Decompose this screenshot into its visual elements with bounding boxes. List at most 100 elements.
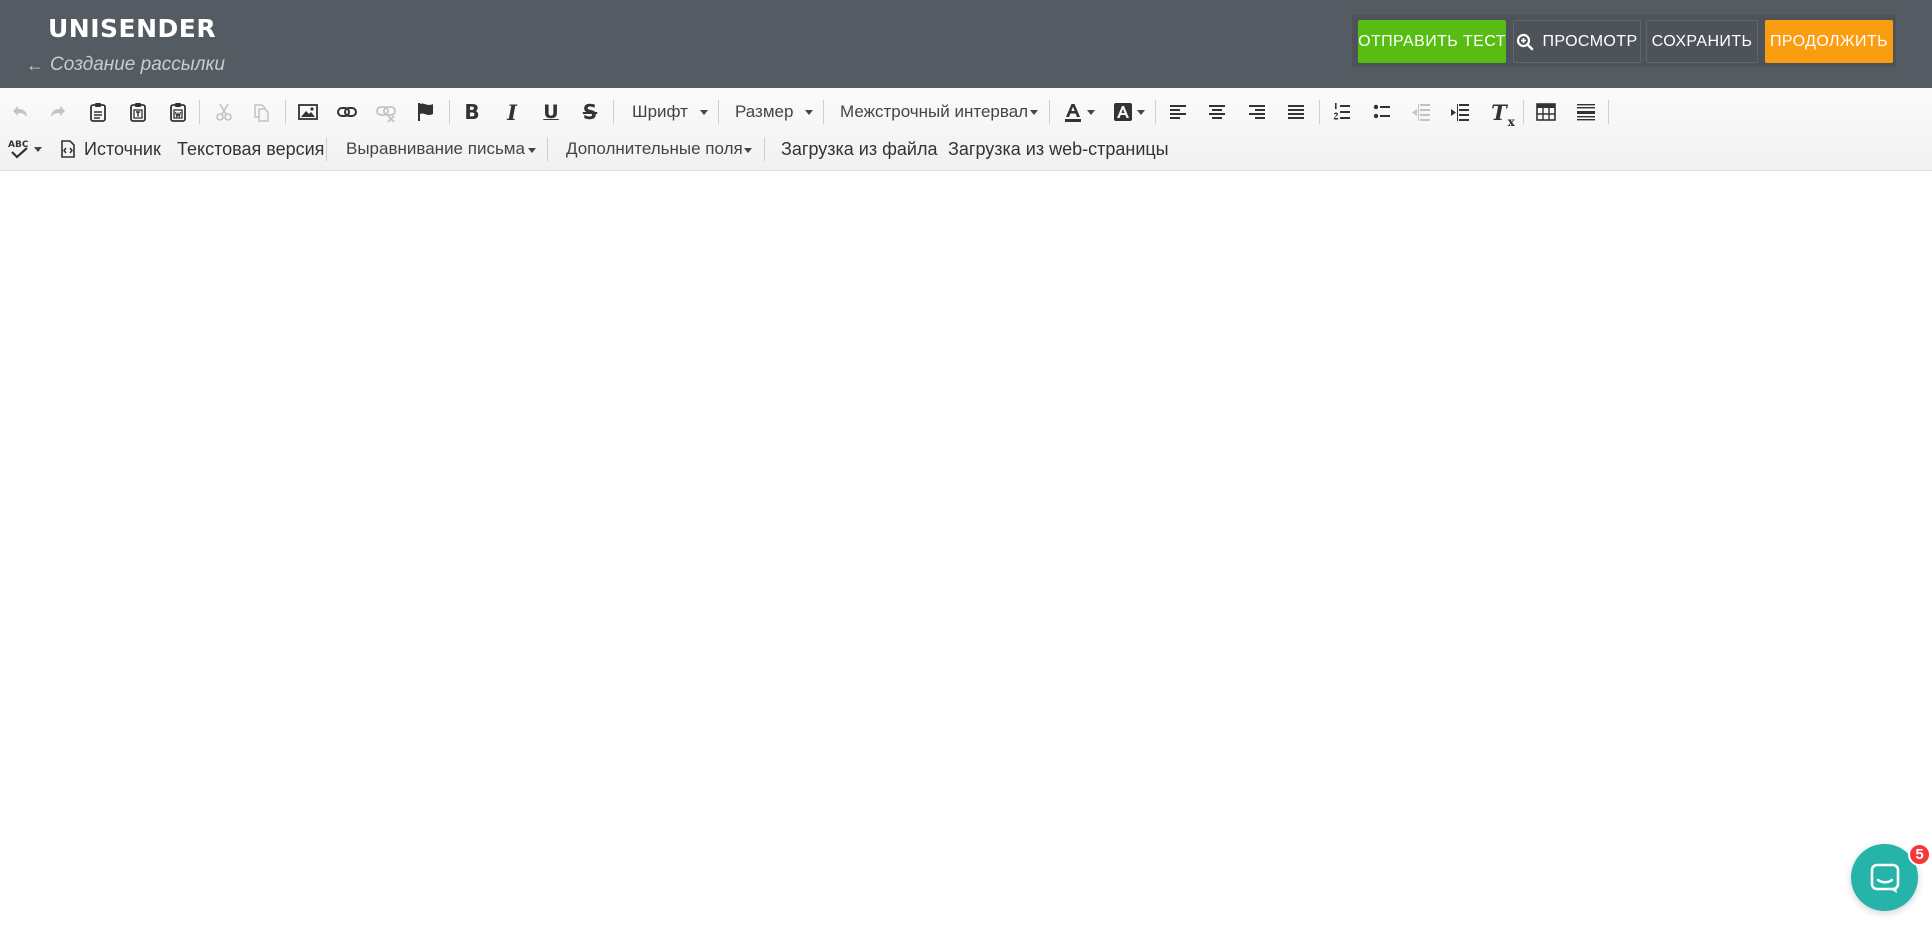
align-justify-button[interactable] <box>1280 96 1312 128</box>
toolbar-separator <box>1155 100 1156 124</box>
underline-button[interactable]: U <box>535 96 567 128</box>
italic-button[interactable]: I <box>496 96 528 128</box>
underline-label: U <box>543 101 559 123</box>
toolbar-separator <box>613 100 614 124</box>
toolbar-separator <box>1523 100 1524 124</box>
size-combo[interactable]: Размер <box>735 96 813 128</box>
font-combo-label: Шрифт <box>632 102 688 121</box>
chat-icon <box>1870 863 1899 893</box>
image-icon <box>298 104 318 120</box>
editor-content-area[interactable] <box>0 171 1932 950</box>
line-spacing-combo[interactable]: Межстрочный интервал <box>840 96 1038 128</box>
toolbar-row-2: ABC Источник Текстовая версия Выравниван… <box>0 135 1932 163</box>
font-combo[interactable]: Шрифт <box>632 96 708 128</box>
load-from-file-label: Загрузка из файла <box>781 138 938 159</box>
align-left-icon <box>1170 105 1186 119</box>
remove-format-label: T <box>1491 99 1507 125</box>
insert-table-button[interactable] <box>1530 96 1562 128</box>
numbered-list-button[interactable] <box>1326 96 1358 128</box>
align-right-icon <box>1249 105 1265 119</box>
extra-fields-combo[interactable]: Дополнительные поля <box>566 135 752 163</box>
text-color-icon <box>1064 104 1081 122</box>
extra-fields-combo-label: Дополнительные поля <box>566 139 743 158</box>
toolbar-separator <box>285 100 286 124</box>
load-from-file-button[interactable]: Загрузка из файла <box>781 135 938 163</box>
preview-button[interactable]: ПРОСМОТР <box>1513 20 1641 63</box>
horizontal-rule-button[interactable] <box>1570 96 1602 128</box>
chevron-down-icon <box>1086 109 1095 115</box>
bold-button[interactable]: B <box>456 96 488 128</box>
save-button[interactable]: СОХРАНИТЬ <box>1646 20 1758 63</box>
source-button[interactable]: Источник <box>58 135 161 163</box>
copy-icon <box>254 104 269 122</box>
copy-button[interactable] <box>245 96 277 128</box>
bulleted-list-button[interactable] <box>1366 96 1398 128</box>
paste-text-button[interactable] <box>122 96 154 128</box>
redo-button[interactable] <box>42 96 74 128</box>
remove-format-icon: Tx <box>1491 99 1515 129</box>
brand-logo[interactable]: UNISENDER <box>48 14 216 43</box>
strikethrough-label: S <box>582 100 598 124</box>
paste-word-button[interactable] <box>162 96 194 128</box>
paste-button[interactable] <box>82 96 114 128</box>
horizontal-rule-icon <box>1577 104 1595 121</box>
align-right-button[interactable] <box>1241 96 1273 128</box>
continue-button[interactable]: ПРОДОЛЖИТЬ <box>1765 20 1893 63</box>
chevron-down-icon <box>1136 109 1145 115</box>
background-color-icon <box>1113 103 1132 121</box>
line-spacing-combo-label: Межстрочный интервал <box>840 102 1029 121</box>
insert-link-button[interactable] <box>331 96 363 128</box>
outdent-button[interactable] <box>1405 96 1437 128</box>
chevron-down-icon <box>34 146 42 152</box>
cut-icon <box>216 103 232 121</box>
undo-button[interactable] <box>4 96 36 128</box>
letter-align-combo-label: Выравнивание письма <box>346 139 525 158</box>
unlink-icon <box>376 106 396 123</box>
toolbar-separator <box>764 137 765 161</box>
source-label: Источник <box>84 138 161 159</box>
editor-toolbar: B I U S Шрифт Размер Межстрочный интерва… <box>0 88 1932 171</box>
align-justify-icon <box>1288 105 1304 119</box>
chevron-down-icon <box>1030 110 1038 115</box>
header-actions: ОТПРАВИТЬ ТЕСТ ПРОСМОТР СОХРАНИТЬ ПРОДОЛ… <box>1352 15 1896 67</box>
numbered-list-icon <box>1333 103 1350 120</box>
align-center-icon <box>1209 105 1225 119</box>
spellcheck-button[interactable]: ABC <box>8 135 42 163</box>
paste-text-icon <box>130 103 146 122</box>
toolbar-separator <box>199 100 200 124</box>
back-to-campaign-link[interactable]: ← Создание рассылки <box>26 54 225 76</box>
toolbar-separator <box>1049 100 1050 124</box>
link-icon <box>337 107 357 117</box>
text-color-button[interactable] <box>1058 96 1098 128</box>
anchor-button[interactable] <box>410 96 442 128</box>
anchor-flag-icon <box>418 103 433 121</box>
align-center-button[interactable] <box>1201 96 1233 128</box>
toolbar-separator <box>1319 100 1320 124</box>
send-test-button[interactable]: ОТПРАВИТЬ ТЕСТ <box>1358 20 1506 63</box>
remove-format-sub: x <box>1507 114 1515 129</box>
continue-label: ПРОДОЛЖИТЬ <box>1769 32 1889 50</box>
text-version-label: Текстовая версия <box>177 138 325 159</box>
strikethrough-button[interactable]: S <box>574 96 606 128</box>
indent-icon <box>1451 104 1469 121</box>
unlink-button[interactable] <box>370 96 402 128</box>
letter-align-combo[interactable]: Выравнивание письма <box>346 135 536 163</box>
italic-label: I <box>507 99 517 125</box>
remove-format-button[interactable]: Tx <box>1483 96 1515 129</box>
text-version-button[interactable]: Текстовая версия <box>177 135 324 163</box>
insert-image-button[interactable] <box>292 96 324 128</box>
align-left-button[interactable] <box>1162 96 1194 128</box>
redo-icon <box>51 106 65 117</box>
indent-button[interactable] <box>1444 96 1476 128</box>
load-from-web-button[interactable]: Загрузка из web-страницы <box>948 135 1169 163</box>
source-icon <box>61 140 75 158</box>
table-icon <box>1536 103 1556 121</box>
background-color-button[interactable] <box>1108 96 1148 128</box>
top-header: UNISENDER ← Создание рассылки ОТПРАВИТЬ … <box>0 0 1932 88</box>
size-combo-label: Размер <box>735 102 794 121</box>
outdent-icon <box>1412 104 1430 121</box>
back-arrow-icon: ← <box>26 54 44 75</box>
chevron-down-icon <box>700 110 708 115</box>
cut-button[interactable] <box>208 96 240 128</box>
toolbar-separator <box>449 100 450 124</box>
